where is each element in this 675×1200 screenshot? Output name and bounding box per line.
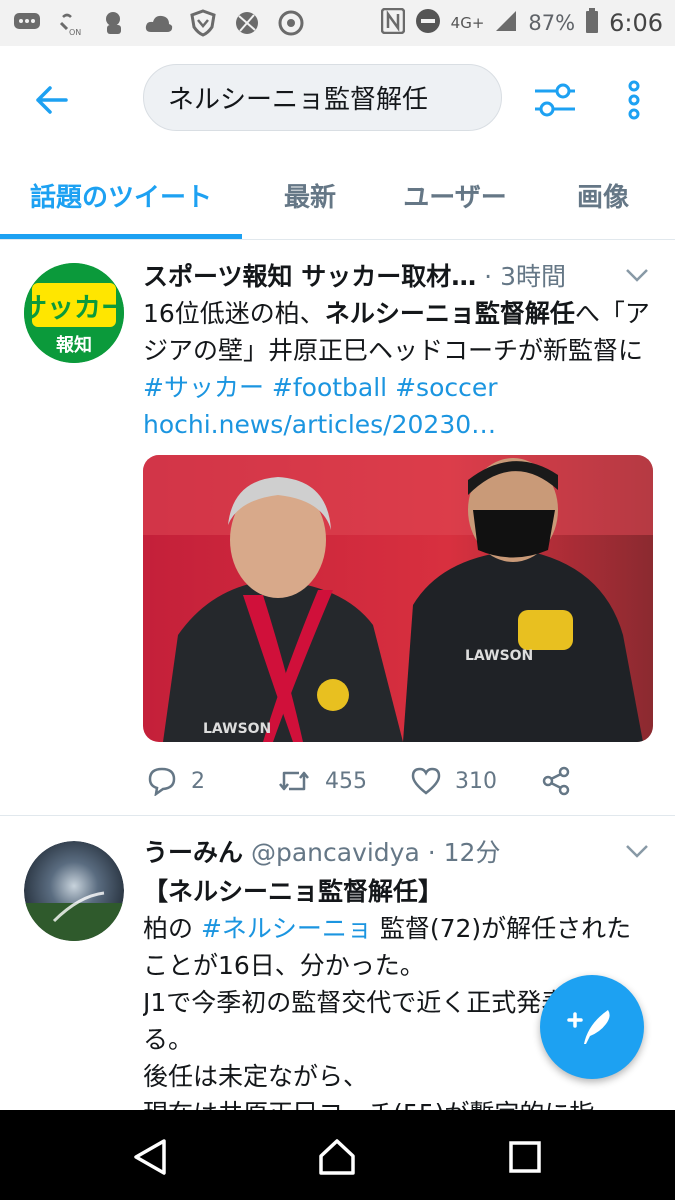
like-count: 310 [455, 768, 497, 794]
article-link[interactable]: hochi.news/articles/20230… [143, 410, 496, 439]
back-button[interactable] [28, 76, 76, 124]
compose-tweet-button[interactable] [540, 975, 644, 1079]
more-vertical-icon [628, 80, 640, 120]
hashtag-link[interactable]: #サッカー [143, 373, 264, 402]
do-not-disturb-icon [415, 8, 441, 39]
nav-recents-button[interactable] [503, 1135, 547, 1179]
more-options-button[interactable] [614, 76, 654, 124]
ball-icon [232, 8, 262, 38]
retweet-button[interactable]: 455 [277, 761, 367, 801]
battery-percent: 87% [528, 11, 576, 35]
display-name[interactable]: スポーツ報知 サッカー取材… [143, 262, 476, 291]
clock: 6:06 [609, 9, 663, 37]
text-segment: 16位低迷の柏、 [143, 299, 325, 328]
tweet[interactable]: サッカー 報知 スポーツ報知 サッカー取材… · 3時間 16位低迷の柏、ネルシ… [0, 241, 675, 816]
compose-icon [567, 1010, 610, 1044]
timestamp: 3時間 [500, 262, 566, 291]
reply-button[interactable]: 2 [147, 761, 205, 801]
tweet-photo[interactable]: LAWSON LAWSON [143, 455, 653, 742]
search-filter-button[interactable] [528, 76, 582, 124]
search-tabs: 話題のツイート 最新 ユーザー 画像 [0, 152, 675, 240]
shield-icon [188, 8, 218, 38]
signal-icon [494, 9, 518, 38]
avatar-subtext: 報知 [56, 334, 92, 356]
wifi-calling-icon: ON [56, 8, 86, 38]
tweet-text: 16位低迷の柏、ネルシーニョ監督解任へ「アジアの壁」井原正巳ヘッドコーチが新監督… [143, 295, 653, 443]
svg-text:LAWSON: LAWSON [465, 648, 533, 664]
tab-latest[interactable]: 最新 [252, 152, 368, 238]
text-segment: 柏の [143, 914, 201, 943]
svg-text:ON: ON [69, 28, 81, 37]
tweet-actions: 2 455 310 [143, 761, 653, 801]
share-icon [542, 766, 570, 796]
search-box[interactable] [143, 64, 502, 131]
tab-photos[interactable]: 画像 [548, 152, 658, 238]
cloud-icon [144, 8, 174, 38]
hashtag-link[interactable]: #soccer [395, 373, 497, 402]
arrow-left-icon [36, 86, 68, 114]
heart-icon [411, 767, 441, 795]
avatar-text: サッカー [24, 293, 124, 324]
text-segment: 後任は未定ながら、 [143, 1062, 369, 1091]
display-name[interactable]: うーみん [143, 838, 243, 867]
active-tab-indicator [0, 234, 242, 239]
chrome-icon [276, 8, 306, 38]
tweet-header: うーみん @pancavidya · 12分 [143, 833, 623, 869]
search-header [0, 46, 675, 152]
chevron-down-icon [626, 269, 648, 282]
chevron-down-icon [626, 845, 648, 858]
tweet-header: スポーツ報知 サッカー取材… · 3時間 [143, 257, 623, 293]
username[interactable]: @pancavidya [251, 838, 420, 867]
reply-count: 2 [191, 768, 205, 794]
tweet-menu-button[interactable] [625, 843, 649, 859]
text-bold: 【ネルシーニョ監督解任】 [143, 877, 444, 906]
tab-top[interactable]: 話題のツイート [0, 152, 242, 238]
system-nav-bar [0, 1110, 675, 1200]
separator: · [427, 838, 444, 867]
timestamp: 12分 [443, 838, 501, 867]
hashtag-link[interactable]: #football [272, 373, 387, 402]
share-button[interactable] [541, 761, 571, 801]
nav-home-button[interactable] [315, 1135, 359, 1179]
separator: · [484, 262, 501, 291]
home-icon [319, 1139, 355, 1175]
network-type: 4G+ [450, 14, 485, 32]
nfc-icon [380, 7, 405, 39]
vpn-icon [100, 8, 130, 38]
svg-text:LAWSON: LAWSON [203, 721, 271, 737]
square-recents-icon [509, 1141, 541, 1173]
search-input[interactable] [168, 82, 488, 113]
avatar[interactable] [24, 841, 124, 941]
battery-icon [585, 7, 599, 39]
like-button[interactable]: 310 [411, 761, 497, 801]
status-bar: ON 4G+ 87% 6:06 [0, 0, 675, 46]
sliders-icon [535, 83, 575, 117]
chat-icon [12, 8, 42, 38]
tweet-menu-button[interactable] [625, 267, 649, 283]
triangle-back-icon [134, 1139, 166, 1175]
text-bold: ネルシーニョ監督解任 [324, 299, 575, 328]
retweet-count: 455 [325, 768, 367, 794]
reply-icon [148, 767, 176, 796]
nav-back-button[interactable] [128, 1135, 172, 1179]
retweet-icon [279, 771, 309, 791]
tab-people[interactable]: ユーザー [385, 152, 525, 238]
avatar[interactable]: サッカー 報知 [24, 263, 124, 363]
hashtag-link[interactable]: #ネルシーニョ [201, 914, 372, 943]
